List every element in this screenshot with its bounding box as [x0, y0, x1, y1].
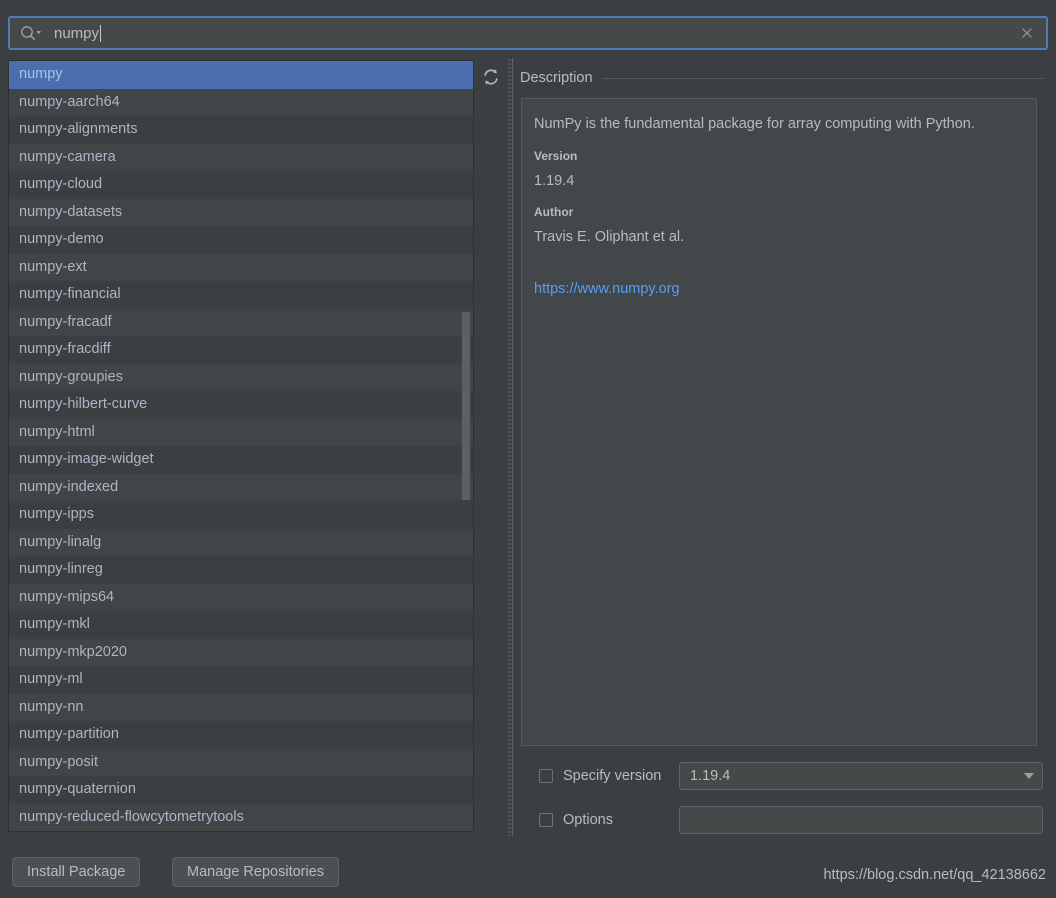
package-list-item[interactable]: numpy-mkp2020: [9, 638, 473, 666]
package-list-item[interactable]: numpy-posit: [9, 748, 473, 776]
package-list-item[interactable]: numpy: [9, 61, 473, 89]
specify-version-row: Specify version 1.19.4: [521, 762, 1043, 790]
package-list-item[interactable]: numpy-mkl: [9, 611, 473, 639]
homepage-link[interactable]: https://www.numpy.org: [534, 281, 680, 297]
list-toolbar: [476, 60, 506, 832]
options-checkbox[interactable]: [539, 813, 553, 827]
package-list-item[interactable]: numpy-html: [9, 418, 473, 446]
package-list-item[interactable]: numpy-financial: [9, 281, 473, 309]
package-list-rows: numpy numpy-aarch64 numpy-alignments numpy-…: [9, 61, 473, 831]
package-list-item[interactable]: numpy-fracadf: [9, 308, 473, 336]
package-list-item[interactable]: numpy-groupies: [9, 363, 473, 391]
specify-version-label: Specify version: [563, 768, 662, 784]
search-bar: numpy: [8, 16, 1048, 50]
options-row: Options: [521, 806, 1043, 834]
package-list-item[interactable]: numpy-nn: [9, 693, 473, 721]
package-list-item[interactable]: numpy-mips64: [9, 583, 473, 611]
author-label: Author: [534, 205, 574, 220]
package-list-item[interactable]: numpy-reduced-flowcytometrytools: [9, 803, 473, 831]
close-icon[interactable]: [1016, 22, 1038, 44]
description-title: Description: [520, 70, 593, 86]
version-label: Version: [534, 149, 578, 164]
header-divider: [601, 77, 1044, 79]
package-list-item[interactable]: numpy-alignments: [9, 116, 473, 144]
package-list-item[interactable]: numpy-hilbert-curve: [9, 391, 473, 419]
install-package-button[interactable]: Install Package: [12, 857, 141, 887]
search-icon: [20, 23, 46, 43]
description-content: NumPy is the fundamental package for arr…: [521, 98, 1037, 746]
manage-repositories-button[interactable]: Manage Repositories: [172, 857, 340, 887]
list-scrollbar[interactable]: [460, 62, 472, 831]
package-list-item[interactable]: numpy-fracdiff: [9, 336, 473, 364]
package-list-item[interactable]: numpy-linalg: [9, 528, 473, 556]
list-scrollbar-thumb[interactable]: [462, 312, 470, 500]
package-list-item[interactable]: numpy-ipps: [9, 501, 473, 529]
watermark-text: https://blog.csdn.net/qq_42138662: [823, 867, 1046, 883]
search-input[interactable]: numpy: [8, 16, 1048, 50]
package-list-item[interactable]: numpy-partition: [9, 721, 473, 749]
description-panel: Description NumPy is the fundamental pac…: [516, 58, 1048, 836]
options-input[interactable]: [679, 806, 1043, 834]
description-header: Description: [520, 68, 1044, 88]
splitter-line: [512, 58, 513, 836]
package-list-item[interactable]: numpy-ml: [9, 666, 473, 694]
description-summary: NumPy is the fundamental package for arr…: [534, 116, 975, 132]
panel-splitter[interactable]: [507, 58, 514, 836]
author-value: Travis E. Oliphant et al.: [534, 229, 685, 246]
version-value: 1.19.4: [534, 173, 575, 190]
chevron-down-icon: [1024, 773, 1034, 779]
package-list-item[interactable]: numpy-ext: [9, 253, 473, 281]
package-list-item[interactable]: numpy-demo: [9, 226, 473, 254]
search-value: numpy: [54, 24, 100, 42]
options-label: Options: [563, 812, 613, 828]
version-select[interactable]: 1.19.4: [679, 762, 1043, 790]
package-list-item[interactable]: numpy-image-widget: [9, 446, 473, 474]
text-caret: [100, 24, 102, 42]
refresh-icon[interactable]: [478, 64, 504, 90]
package-list-item[interactable]: numpy-camera: [9, 143, 473, 171]
version-select-value: 1.19.4: [690, 768, 731, 784]
package-list-item[interactable]: numpy-aarch64: [9, 88, 473, 116]
package-list[interactable]: numpy numpy-aarch64 numpy-alignments numpy-…: [8, 60, 474, 832]
specify-version-checkbox[interactable]: [539, 769, 553, 783]
package-list-item[interactable]: numpy-linreg: [9, 556, 473, 584]
search-text-area[interactable]: numpy: [46, 18, 1016, 48]
package-list-item[interactable]: numpy-indexed: [9, 473, 473, 501]
package-list-item[interactable]: numpy-datasets: [9, 198, 473, 226]
package-list-item[interactable]: numpy-cloud: [9, 171, 473, 199]
package-list-item[interactable]: numpy-quaternion: [9, 776, 473, 804]
